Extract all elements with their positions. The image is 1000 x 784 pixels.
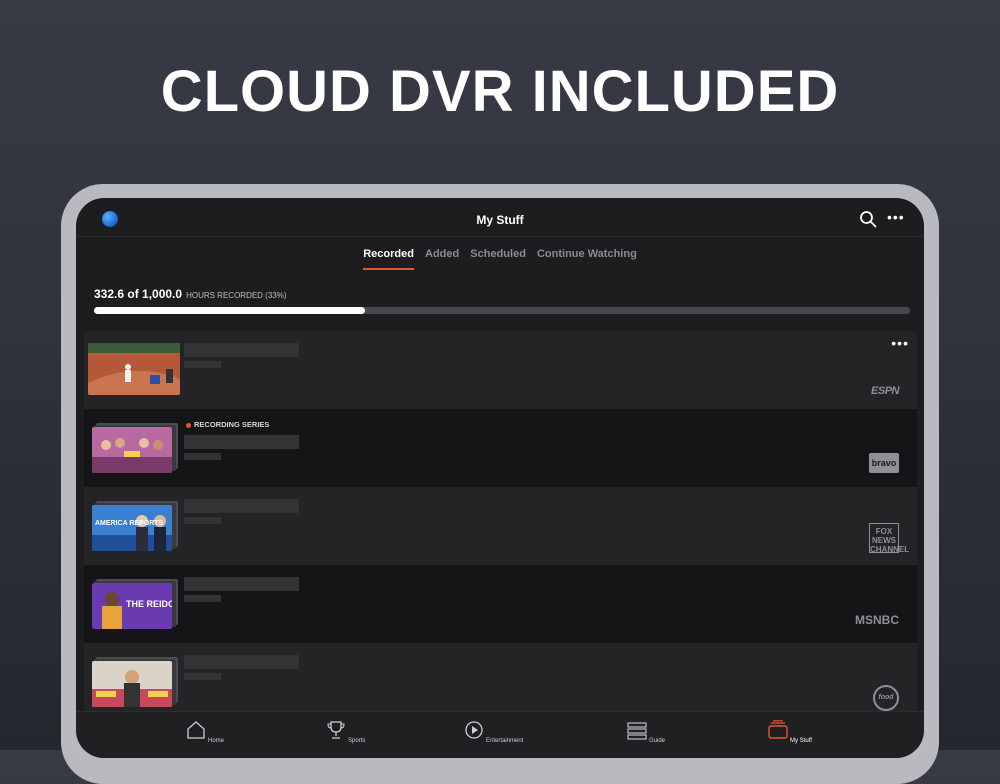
thumb-reidout-text: THE REIDOUT xyxy=(126,599,172,609)
hours-recorded: 332.6 of 1,000.0 HOURS RECORDED (33%) xyxy=(94,287,287,301)
recording-status-label: RECORDING SERIES xyxy=(194,420,270,429)
network-logo-espn: ESPN xyxy=(871,385,899,397)
hours-used: 332.6 of 1,000.0 xyxy=(94,287,183,301)
my-stuff-icon xyxy=(768,720,788,739)
hero-headline: CLOUD DVR INCLUDED xyxy=(160,59,840,124)
row-more-icon[interactable]: ••• xyxy=(891,335,909,351)
thumbnail-bravo-show[interactable] xyxy=(92,427,172,473)
thumbnail-the-reidout[interactable]: THE REIDOUT xyxy=(92,583,172,629)
nav-guide-label: Guide xyxy=(649,738,666,744)
recording-row[interactable]: THE REIDOUT MSNBC xyxy=(84,565,917,643)
tab-bar: Recorded Added Scheduled Continue Watchi… xyxy=(76,248,924,270)
recording-series-status: RECORDING SERIES xyxy=(186,420,269,429)
recordings-list: ••• ESPN RECORDING SERIES bravo AMERICA … xyxy=(84,331,917,721)
title-placeholder xyxy=(184,499,299,513)
nav-my-stuff-label: My Stuff xyxy=(790,738,812,744)
recording-row[interactable]: RECORDING SERIES bravo xyxy=(84,409,917,487)
network-logo-food: food xyxy=(873,685,899,711)
trophy-icon xyxy=(327,721,345,739)
play-icon xyxy=(465,721,483,739)
tab-recorded[interactable]: Recorded xyxy=(363,248,414,270)
guide-icon xyxy=(627,722,647,740)
storage-progress-bar xyxy=(94,307,910,314)
title-placeholder xyxy=(184,435,299,449)
page-title: My Stuff xyxy=(476,213,524,227)
subtitle-placeholder xyxy=(184,673,221,680)
app-screen: My Stuff ••• Recorded Added Scheduled Co… xyxy=(76,198,924,758)
search-icon[interactable] xyxy=(859,210,877,228)
tab-added[interactable]: Added xyxy=(425,248,459,268)
thumbnail-food-show[interactable] xyxy=(92,661,172,707)
home-icon xyxy=(187,721,205,739)
tab-continue-watching[interactable]: Continue Watching xyxy=(537,248,637,268)
nav-entertainment-label: Entertainment xyxy=(486,738,524,744)
network-logo-fox-news: FOX NEWS CHANNEL xyxy=(869,523,909,554)
recording-row[interactable]: AMERICA REPORTS FOX NEWS CHANNEL xyxy=(84,487,917,565)
network-logo-msnbc: MSNBC xyxy=(855,613,899,627)
subtitle-placeholder xyxy=(184,361,221,368)
title-placeholder xyxy=(184,655,299,669)
network-logo-bravo: bravo xyxy=(869,453,899,473)
storage-progress-fill xyxy=(94,307,366,314)
subtitle-placeholder xyxy=(184,595,221,602)
title-placeholder xyxy=(184,577,299,591)
more-options-icon[interactable]: ••• xyxy=(887,209,905,225)
tab-scheduled[interactable]: Scheduled xyxy=(470,248,526,268)
subtitle-placeholder xyxy=(184,517,221,524)
nav-sports-label: Sports xyxy=(348,738,366,744)
recording-row[interactable]: ••• ESPN xyxy=(84,331,917,409)
thumbnail-america-reports[interactable]: AMERICA REPORTS xyxy=(92,505,172,551)
recording-dot-icon xyxy=(186,422,191,428)
thumb-america-reports-text: AMERICA REPORTS xyxy=(95,520,164,527)
recording-row[interactable]: food xyxy=(84,643,917,721)
bottom-navigation: Home Sports Entertainment Guide My Stuff xyxy=(76,711,924,758)
nav-home-label: Home xyxy=(208,738,225,744)
subtitle-placeholder xyxy=(184,453,221,460)
title-placeholder xyxy=(184,343,299,357)
top-bar: My Stuff ••• xyxy=(76,198,924,237)
hours-unit: HOURS RECORDED (33%) xyxy=(186,291,287,300)
thumbnail-baseball[interactable] xyxy=(88,343,180,395)
